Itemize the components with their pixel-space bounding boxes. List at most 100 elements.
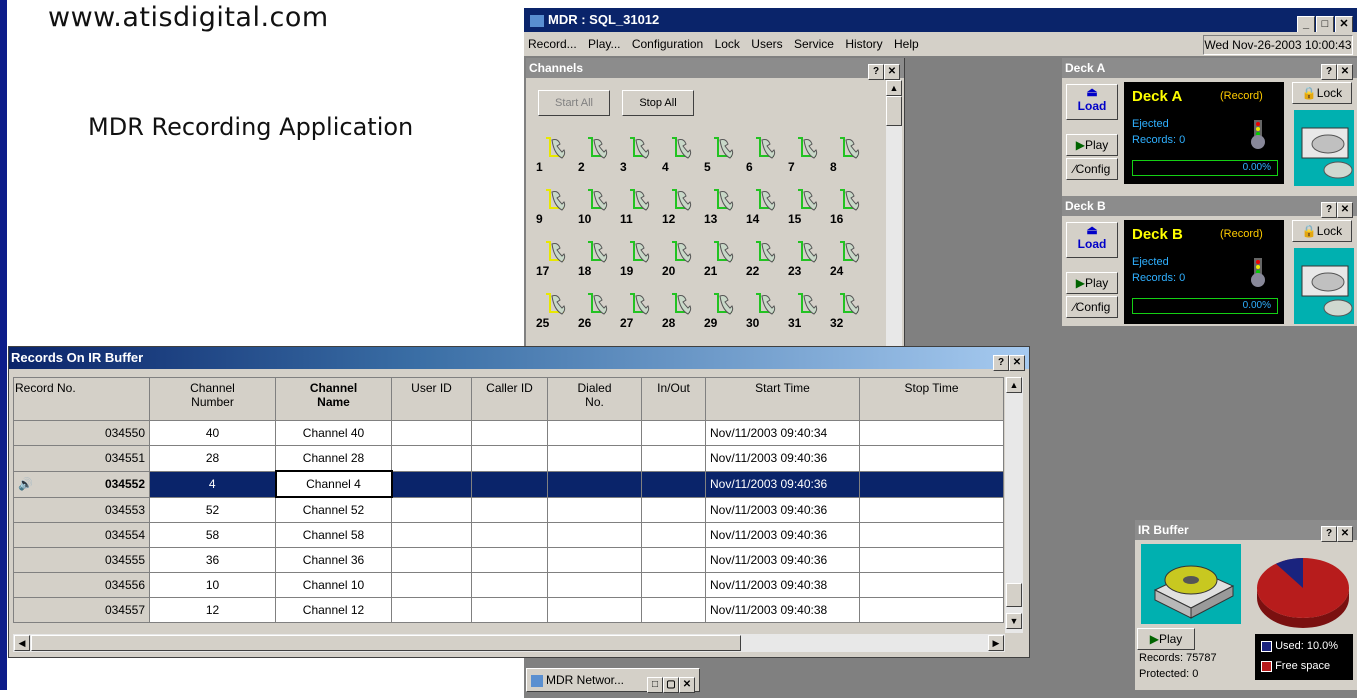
menu-configuration[interactable]: Configuration [628, 32, 707, 56]
close-button[interactable]: ✕ [884, 64, 900, 80]
menu-lock[interactable]: Lock [711, 32, 744, 56]
channel-16[interactable]: 16 [828, 184, 866, 228]
help-button[interactable]: ? [1321, 526, 1337, 542]
channel-17[interactable]: 17 [534, 236, 572, 280]
close-button[interactable]: ✕ [1337, 526, 1353, 542]
help-button[interactable]: ? [993, 355, 1009, 371]
table-row[interactable]: 034550 40 Channel 40 Nov/11/2003 09:40:34 [13, 420, 1004, 446]
column-header[interactable]: Record No. [13, 377, 150, 421]
channel-12[interactable]: 12 [660, 184, 698, 228]
column-header[interactable]: User ID [391, 377, 472, 421]
help-button[interactable]: ? [868, 64, 884, 80]
channel-19[interactable]: 19 [618, 236, 656, 280]
maximize-button[interactable]: ▢ [663, 677, 679, 693]
records-horizontal-scrollbar[interactable]: ◀ ▶ [13, 633, 1005, 652]
menu-service[interactable]: Service [790, 32, 838, 56]
channel-20[interactable]: 20 [660, 236, 698, 280]
config-button[interactable]: ∕Config [1066, 296, 1118, 318]
channel-32[interactable]: 32 [828, 288, 866, 332]
channel-31[interactable]: 31 [786, 288, 824, 332]
channel-14[interactable]: 14 [744, 184, 782, 228]
table-row[interactable]: 034556 10 Channel 10 Nov/11/2003 09:40:38 [13, 572, 1004, 598]
channel-28[interactable]: 28 [660, 288, 698, 332]
channel-9[interactable]: 9 [534, 184, 572, 228]
column-header[interactable]: Caller ID [471, 377, 548, 421]
help-button[interactable]: ? [1321, 202, 1337, 218]
column-header[interactable]: Dialed No. [547, 377, 642, 421]
channel-7[interactable]: 7 [786, 132, 824, 176]
play-button[interactable]: ▶Play [1137, 628, 1195, 650]
play-button[interactable]: ▶Play [1066, 134, 1118, 156]
scroll-up-arrow[interactable]: ▲ [1006, 377, 1022, 393]
menu-help[interactable]: Help [890, 32, 923, 56]
start-all-button[interactable]: Start All [538, 90, 610, 116]
column-header[interactable]: Start Time [705, 377, 860, 421]
close-button[interactable]: ✕ [1337, 64, 1353, 80]
close-button[interactable]: ✕ [1337, 202, 1353, 218]
channel-5[interactable]: 5 [702, 132, 740, 176]
channel-18[interactable]: 18 [576, 236, 614, 280]
channel-number-cell: 28 [149, 445, 276, 472]
column-header[interactable]: In/Out [641, 377, 706, 421]
channel-4[interactable]: 4 [660, 132, 698, 176]
menu-play[interactable]: Play... [584, 32, 624, 56]
close-button[interactable]: ✕ [1009, 355, 1025, 371]
records-vertical-scrollbar[interactable]: ▲ ▼ [1005, 377, 1023, 633]
table-row[interactable]: 🔊 034552 4 Channel 4 Nov/11/2003 09:40:36 [13, 470, 1004, 498]
channel-6[interactable]: 6 [744, 132, 782, 176]
channel-22[interactable]: 22 [744, 236, 782, 280]
channel-number: 11 [620, 212, 633, 226]
play-button[interactable]: ▶Play [1066, 272, 1118, 294]
restore-button[interactable]: □ [647, 677, 663, 693]
caller-id-cell [471, 445, 548, 472]
channel-15[interactable]: 15 [786, 184, 824, 228]
menu-users[interactable]: Users [747, 32, 786, 56]
scroll-thumb[interactable] [886, 96, 902, 126]
lock-icon: 🔒 [1301, 224, 1317, 238]
scroll-thumb[interactable] [31, 635, 741, 651]
channel-25[interactable]: 25 [534, 288, 572, 332]
channel-30[interactable]: 30 [744, 288, 782, 332]
column-header[interactable]: Stop Time [859, 377, 1004, 421]
column-header[interactable]: Channel Name [275, 377, 392, 421]
menu-history[interactable]: History [841, 32, 886, 56]
channel-26[interactable]: 26 [576, 288, 614, 332]
scroll-up-arrow[interactable]: ▲ [886, 80, 902, 96]
channel-27[interactable]: 27 [618, 288, 656, 332]
channel-23[interactable]: 23 [786, 236, 824, 280]
scroll-right-arrow[interactable]: ▶ [988, 635, 1004, 651]
scroll-left-arrow[interactable]: ◀ [14, 635, 30, 651]
table-row[interactable]: 034551 28 Channel 28 Nov/11/2003 09:40:36 [13, 445, 1004, 472]
scroll-down-arrow[interactable]: ▼ [1006, 613, 1022, 629]
lock-button[interactable]: 🔒Lock [1292, 220, 1352, 242]
channel-29[interactable]: 29 [702, 288, 740, 332]
config-button[interactable]: ∕Config [1066, 158, 1118, 180]
table-row[interactable]: 034554 58 Channel 58 Nov/11/2003 09:40:36 [13, 522, 1004, 548]
channel-2[interactable]: 2 [576, 132, 614, 176]
stop-all-button[interactable]: Stop All [622, 90, 694, 116]
channel-13[interactable]: 13 [702, 184, 740, 228]
channel-11[interactable]: 11 [618, 184, 656, 228]
channel-3[interactable]: 3 [618, 132, 656, 176]
table-row[interactable]: 034553 52 Channel 52 Nov/11/2003 09:40:36 [13, 496, 1004, 523]
legend-used-swatch [1261, 640, 1272, 652]
help-button[interactable]: ? [1321, 64, 1337, 80]
minimized-window-mdr-network[interactable]: MDR Networ... □ ▢ ✕ [526, 668, 700, 693]
load-button[interactable]: ⏏ Load [1066, 84, 1118, 120]
channel-1[interactable]: 1 [534, 132, 572, 176]
channel-8[interactable]: 8 [828, 132, 866, 176]
table-row[interactable]: 034557 12 Channel 12 Nov/11/2003 09:40:38 [13, 597, 1004, 623]
column-header[interactable]: Channel Number [149, 377, 276, 421]
channel-21[interactable]: 21 [702, 236, 740, 280]
channel-24[interactable]: 24 [828, 236, 866, 280]
channels-scrollbar[interactable]: ▲ [886, 80, 902, 358]
channel-10[interactable]: 10 [576, 184, 614, 228]
table-row[interactable]: 034555 36 Channel 36 Nov/11/2003 09:40:36 [13, 547, 1004, 573]
scroll-thumb[interactable] [1006, 583, 1022, 607]
load-button[interactable]: ⏏ Load [1066, 222, 1118, 258]
channel-number: 14 [746, 212, 760, 226]
menu-record[interactable]: Record... [524, 32, 581, 56]
lock-button[interactable]: 🔒Lock [1292, 82, 1352, 104]
records-table: Record No. Channel Number Channel Name User… [13, 377, 1004, 623]
close-button[interactable]: ✕ [679, 677, 695, 693]
